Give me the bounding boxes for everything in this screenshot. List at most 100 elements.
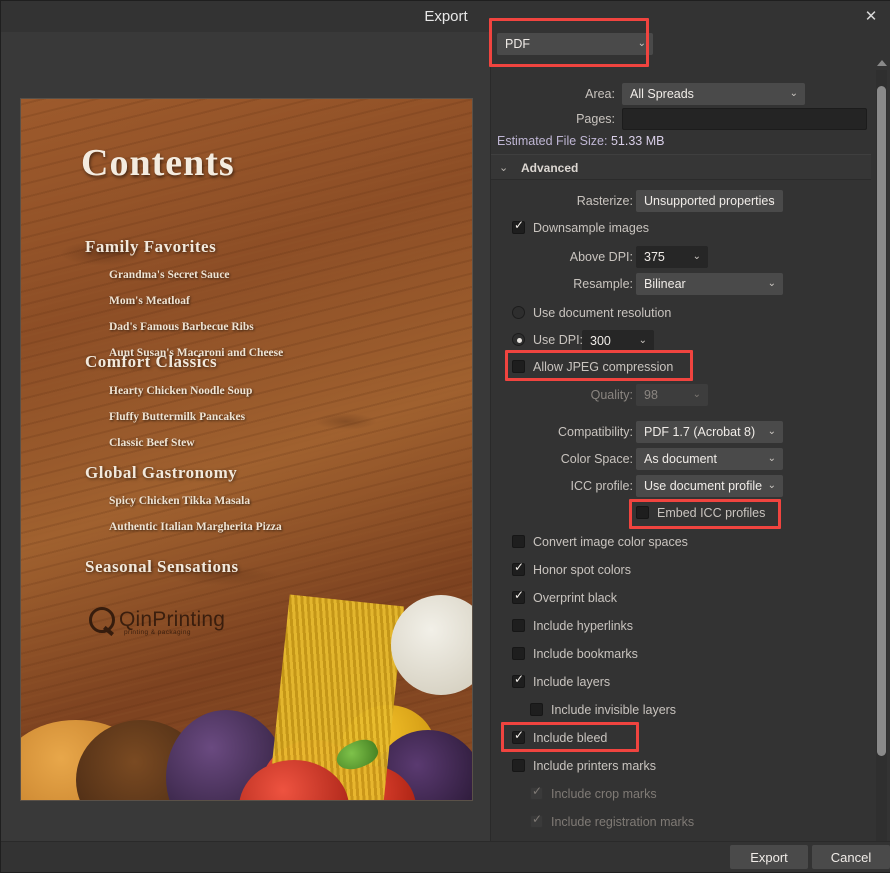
use-dpi-label: Use DPI: (533, 330, 583, 350)
advanced-section-label: Advanced (521, 155, 578, 181)
window-title: Export (1, 1, 890, 32)
checkbox-box (512, 563, 525, 576)
downsample-images-label: Downsample images (533, 218, 649, 238)
chevron-down-icon: ⌄ (768, 475, 776, 497)
radio-dot (512, 306, 525, 319)
quality-label: Quality: (543, 384, 633, 406)
area-label: Area: (531, 83, 615, 105)
color-space-label: Color Space: (529, 448, 633, 470)
chevron-down-icon: ⌄ (693, 384, 701, 406)
area-value: All Spreads (630, 87, 694, 101)
toc-section-heading: Comfort Classics (85, 352, 217, 372)
checkbox-box (512, 731, 525, 744)
checkbox-box (512, 759, 525, 772)
toc-entry: Dad's Famous Barbecue Ribs (109, 321, 254, 333)
area-dropdown[interactable]: All Spreads ⌄ (622, 83, 805, 105)
quality-value: 98 (644, 388, 658, 402)
chevron-down-icon: ⌄ (499, 155, 508, 181)
resample-dropdown[interactable]: Bilinear ⌄ (636, 273, 783, 295)
format-value: PDF (505, 37, 530, 51)
allow-jpeg-compression-label: Allow JPEG compression (533, 357, 673, 377)
estimated-file-size-value: 51.33 MB (611, 134, 665, 148)
settings-scrollbar[interactable] (874, 56, 889, 864)
preview-doc-title: Contents (81, 141, 235, 185)
chevron-down-icon: ⌄ (638, 33, 646, 55)
toc-entry: Classic Beef Stew (109, 437, 195, 449)
chevron-down-icon: ⌄ (639, 330, 647, 352)
pages-label: Pages: (531, 108, 615, 130)
chevron-down-icon: ⌄ (768, 421, 776, 443)
toc-section-heading: Family Favorites (85, 237, 216, 257)
checkbox-box (530, 703, 543, 716)
above-dpi-label: Above DPI: (543, 246, 633, 268)
toc-entry: Grandma's Secret Sauce (109, 269, 230, 281)
radio-dot (512, 333, 525, 346)
color-space-value: As document (644, 452, 717, 466)
compatibility-label: Compatibility: (529, 421, 633, 443)
compatibility-dropdown[interactable]: PDF 1.7 (Acrobat 8) ⌄ (636, 421, 783, 443)
food-photo-decoration (21, 535, 472, 800)
checkbox-label: Include registration marks (551, 812, 694, 832)
checkbox-box (512, 619, 525, 632)
use-dpi-value: 300 (590, 334, 611, 348)
toc-entry: Authentic Italian Margherita Pizza (109, 521, 282, 533)
checkbox-box (512, 675, 525, 688)
checkbox-label: Include invisible layers (551, 700, 676, 720)
rasterize-value: Unsupported properties (644, 194, 775, 208)
above-dpi-value: 375 (644, 250, 665, 264)
toc-entry: Mom's Meatloaf (109, 295, 190, 307)
scroll-up-arrow-icon[interactable] (877, 60, 887, 66)
checkbox-label: Include layers (533, 672, 610, 692)
checkbox-label: Honor spot colors (533, 560, 631, 580)
checkbox-label: Include printers marks (533, 756, 656, 776)
toc-entry: Hearty Chicken Noodle Soup (109, 385, 252, 397)
chevron-down-icon: ⌄ (790, 83, 798, 105)
checkbox-box (530, 787, 543, 800)
toc-entry: Fluffy Buttermilk Pancakes (109, 411, 245, 423)
scrollbar-thumb[interactable] (877, 86, 886, 756)
checkbox-box (530, 815, 543, 828)
checkbox-label: Include bookmarks (533, 644, 638, 664)
icc-profile-dropdown[interactable]: Use document profile ⌄ (636, 475, 783, 497)
compatibility-value: PDF 1.7 (Acrobat 8) (644, 425, 755, 439)
rasterize-dropdown[interactable]: Unsupported properties ⌄ (636, 190, 783, 212)
advanced-section-header[interactable]: ⌄ Advanced (491, 154, 871, 180)
chevron-down-icon: ⌄ (768, 190, 776, 212)
checkbox-box (512, 535, 525, 548)
use-document-resolution-label: Use document resolution (533, 303, 671, 323)
dialog-footer: Export Cancel (1, 841, 890, 872)
resample-value: Bilinear (644, 277, 686, 291)
use-dpi-combo[interactable]: 300 ⌄ (582, 330, 654, 352)
above-dpi-combo[interactable]: 375 ⌄ (636, 246, 708, 268)
color-space-dropdown[interactable]: As document ⌄ (636, 448, 783, 470)
estimated-file-size: Estimated File Size: 51.33 MB (497, 134, 664, 148)
chevron-down-icon: ⌄ (768, 273, 776, 295)
export-dialog: Export ✕ Contents Family Favorites Grand… (0, 0, 890, 873)
checkbox-box (512, 647, 525, 660)
close-icon[interactable]: ✕ (859, 6, 883, 28)
checkbox-label: Include hyperlinks (533, 616, 633, 636)
cancel-button[interactable]: Cancel (812, 845, 890, 869)
pages-input[interactable] (622, 108, 867, 130)
checkbox-box (512, 221, 525, 234)
preview-pane: Contents Family Favorites Grandma's Secr… (1, 32, 490, 842)
toc-entry: Spicy Chicken Tikka Masala (109, 495, 250, 507)
icc-profile-label: ICC profile: (529, 475, 633, 497)
embed-icc-profiles-label: Embed ICC profiles (657, 503, 765, 523)
chevron-down-icon: ⌄ (768, 448, 776, 470)
checkbox-box (512, 360, 525, 373)
export-button[interactable]: Export (730, 845, 808, 869)
document-preview[interactable]: Contents Family Favorites Grandma's Secr… (20, 98, 473, 801)
rasterize-label: Rasterize: (543, 190, 633, 212)
checkbox-label: Overprint black (533, 588, 617, 608)
chevron-down-icon: ⌄ (693, 246, 701, 268)
format-dropdown[interactable]: PDF ⌄ (497, 33, 653, 55)
checkbox-label: Convert image color spaces (533, 532, 688, 552)
icc-profile-value: Use document profile (644, 479, 762, 493)
checkbox-label: Include crop marks (551, 784, 657, 804)
checkbox-label: Include bleed (533, 728, 607, 748)
settings-panel: PDF ⌄ Area: All Spreads ⌄ Pages: Estimat… (490, 32, 890, 842)
estimated-file-size-label: Estimated File Size: (497, 134, 607, 148)
quality-combo: 98 ⌄ (636, 384, 708, 406)
resample-label: Resample: (543, 273, 633, 295)
